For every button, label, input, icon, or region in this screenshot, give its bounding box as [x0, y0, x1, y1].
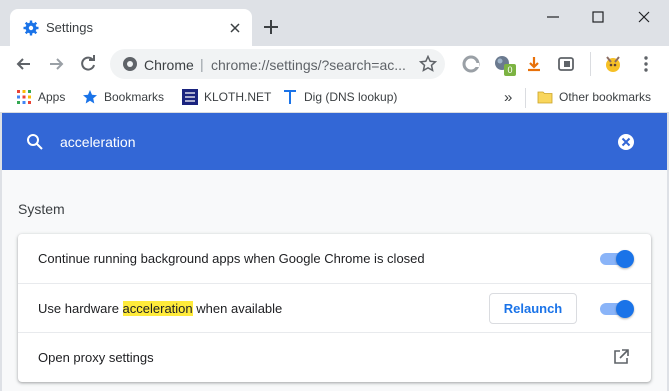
toggle-knob: [616, 300, 634, 318]
hardware-acceleration-toggle[interactable]: [600, 300, 634, 318]
label-prefix: Use hardware: [38, 301, 123, 316]
tab-strip: Settings: [0, 0, 669, 46]
close-tab-icon[interactable]: [226, 19, 244, 37]
setting-label: Continue running background apps when Go…: [38, 251, 425, 266]
bookmarks-divider: [525, 88, 526, 108]
back-arrow-icon[interactable]: [14, 54, 34, 74]
address-bar[interactable]: Chrome | chrome://settings/?search=ac...: [110, 49, 445, 79]
settings-search-bar: [2, 113, 667, 170]
setting-label: Use hardware acceleration when available: [38, 301, 282, 316]
maximize-icon[interactable]: [589, 8, 607, 26]
toggle-knob: [616, 250, 634, 268]
download-icon[interactable]: [524, 54, 544, 74]
bookmarks-bar: Apps Bookmarks KLOTH.NET Dig (DNS lookup…: [0, 82, 669, 113]
settings-card: Continue running background apps when Go…: [18, 234, 651, 382]
bookmark-label: Dig (DNS lookup): [304, 90, 398, 104]
extension-sync-icon[interactable]: [461, 54, 481, 74]
bookmark-dig[interactable]: Dig (DNS lookup): [282, 87, 397, 107]
bookmark-label: Other bookmarks: [559, 90, 652, 104]
star-icon[interactable]: [419, 55, 437, 73]
bookmark-apps[interactable]: Apps: [16, 87, 65, 107]
extension-badge: 0: [504, 64, 516, 76]
bookmarks-overflow-chevron[interactable]: »: [504, 87, 512, 107]
forward-arrow-icon[interactable]: [46, 54, 66, 74]
bookmark-label: KLOTH.NET: [204, 90, 272, 104]
label-suffix: when available: [192, 301, 283, 316]
setting-row-hardware-acceleration: Use hardware acceleration when available…: [18, 283, 651, 332]
search-input[interactable]: [60, 132, 560, 152]
clear-search-icon[interactable]: [616, 132, 636, 152]
settings-content: System Continue running background apps …: [2, 170, 667, 391]
setting-row-background-apps[interactable]: Continue running background apps when Go…: [18, 234, 651, 283]
profile-avatar-icon[interactable]: [603, 54, 623, 74]
star-filled-icon: [83, 90, 97, 104]
setting-label: Open proxy settings: [38, 350, 154, 365]
background-apps-toggle[interactable]: [600, 250, 634, 268]
tab-title: Settings: [46, 20, 93, 35]
relaunch-button[interactable]: Relaunch: [489, 293, 577, 324]
bookmark-label: Apps: [38, 90, 66, 104]
setting-row-proxy[interactable]: Open proxy settings: [18, 332, 651, 381]
toolbar-divider: [590, 52, 591, 76]
bookmark-label: Bookmarks: [104, 90, 165, 104]
search-highlight: acceleration: [122, 301, 193, 316]
bookmark-bookmarks[interactable]: Bookmarks: [82, 87, 164, 107]
chrome-site-icon: [123, 57, 137, 71]
apps-grid-icon: [17, 90, 31, 104]
bookmark-kloth[interactable]: KLOTH.NET: [182, 87, 271, 107]
dig-favicon-icon: [284, 90, 296, 104]
section-title: System: [18, 201, 65, 217]
new-tab-icon[interactable]: [262, 18, 280, 36]
site-label: Chrome: [144, 57, 194, 73]
url-text[interactable]: chrome://settings/?search=ac...: [211, 57, 411, 73]
folder-icon: [537, 91, 553, 104]
window-close-icon[interactable]: [635, 8, 653, 26]
menu-kebab-icon[interactable]: [636, 54, 656, 74]
kloth-favicon-icon: [182, 89, 198, 105]
tab-settings[interactable]: Settings: [10, 9, 252, 46]
search-icon: [27, 134, 43, 150]
minimize-icon[interactable]: [544, 8, 562, 26]
url-separator: |: [200, 56, 204, 72]
gear-icon: [23, 20, 39, 36]
external-link-icon[interactable]: [612, 348, 630, 366]
extension-evernote-icon[interactable]: 0: [493, 54, 516, 76]
toolbar: Chrome | chrome://settings/?search=ac...…: [0, 46, 669, 82]
extension-cast-icon[interactable]: [556, 54, 576, 74]
reload-icon[interactable]: [78, 54, 98, 74]
bookmark-other[interactable]: Other bookmarks: [537, 87, 651, 107]
